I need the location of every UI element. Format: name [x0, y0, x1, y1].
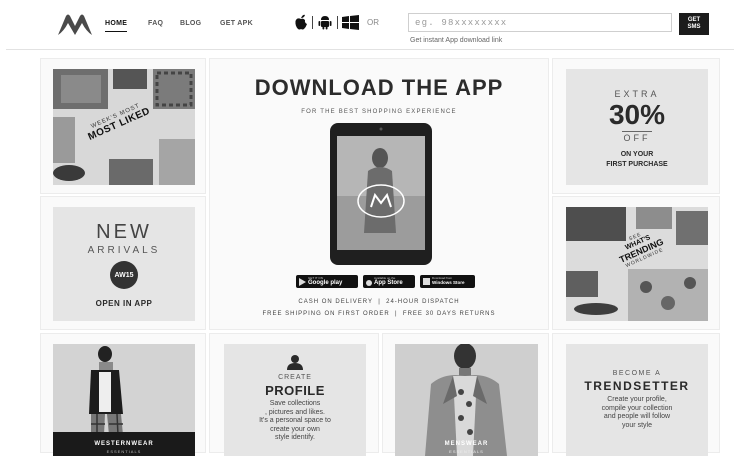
tile-westernwear[interactable]: WESTERNWEAR ESSENTIALS: [40, 333, 206, 456]
tile-trending[interactable]: SEE WHAT'S TRENDING WORLDWIDE: [552, 196, 720, 330]
menswear-subtitle: ESSENTIALS: [449, 449, 484, 454]
extra-off-card: EXTRA 30% OFF ON YOUR FIRST PURCHASE: [566, 69, 708, 185]
trendsetter-line: and people will follow: [603, 413, 671, 420]
myntra-logo[interactable]: [56, 13, 94, 37]
create-profile-card: CREATE PROFILE Save collections , pictur…: [224, 344, 366, 456]
nav-home[interactable]: HOME: [105, 20, 128, 32]
phone-mockup: [330, 123, 432, 265]
create-profile-line: , pictures and likes.: [265, 408, 325, 416]
cod-dispatch-line: CASH ON DELIVERY | 24-HOUR DISPATCH: [298, 299, 460, 305]
percent-label: 30%: [608, 99, 666, 130]
create-profile-line: Save collections: [269, 400, 321, 407]
trendsetter-title: TRENDSETTER: [584, 379, 690, 393]
on-your-label: ON YOUR: [620, 151, 654, 158]
app-store-text: Available on the App Store: [374, 277, 403, 287]
separator: [312, 15, 313, 29]
trendsetter-line: Create your profile,: [607, 396, 667, 403]
westernwear-photo: WESTERNWEAR ESSENTIALS: [53, 344, 195, 456]
sms-button-line2: SMS: [687, 24, 701, 30]
off-divider: [622, 131, 652, 132]
tile-extra-off[interactable]: EXTRA 30% OFF ON YOUR FIRST PURCHASE: [552, 58, 720, 194]
become-a-kicker: BECOME A: [612, 370, 662, 377]
trendsetter-card: BECOME A TRENDSETTER Create your profile…: [566, 344, 708, 456]
new-arrivals-subtitle: ARRIVALS: [87, 245, 161, 256]
trendsetter-line: your style: [622, 421, 652, 429]
user-icon: [287, 355, 303, 370]
windows-store-badge[interactable]: Download from Windows Store: [420, 275, 475, 288]
tile-menswear[interactable]: MENSWEAR ESSENTIALS: [382, 333, 549, 456]
app-store-big: App Store: [374, 280, 403, 286]
menswear-photo: MENSWEAR ESSENTIALS: [395, 344, 538, 456]
apple-icon[interactable]: [294, 14, 308, 30]
tile-trendsetter[interactable]: BECOME A TRENDSETTER Create your profile…: [552, 333, 720, 456]
instant-download-link[interactable]: Get instant App download link: [410, 37, 502, 44]
open-in-app-label[interactable]: OPEN IN APP: [53, 299, 195, 308]
header-divider: [6, 49, 734, 50]
trendsetter-line: compile your collection: [601, 404, 673, 412]
new-arrivals-title: NEW: [96, 221, 152, 243]
create-profile-line: create your own: [270, 425, 320, 433]
download-subtitle: FOR THE BEST SHOPPING EXPERIENCE: [301, 109, 457, 115]
separator: [337, 15, 338, 29]
tile-create-profile[interactable]: CREATE PROFILE Save collections , pictur…: [209, 333, 379, 456]
westernwear-subtitle: ESSENTIALS: [106, 449, 142, 454]
tile-download-app: DOWNLOAD THE APP FOR THE BEST SHOPPING E…: [209, 58, 549, 330]
windows-icon[interactable]: [342, 14, 359, 30]
profile-title: PROFILE: [265, 383, 325, 398]
download-title: DOWNLOAD THE APP: [254, 75, 504, 100]
phone-number-input[interactable]: [408, 13, 672, 32]
google-play-text: GET IT ON Google play: [308, 277, 343, 287]
android-icon[interactable]: [317, 14, 333, 30]
trendsetter-body: Create your profile, compile your collec…: [566, 396, 708, 430]
tile-new-arrivals[interactable]: NEW ARRIVALS AW15 OPEN IN APP: [40, 196, 206, 330]
google-play-big: Google play: [308, 280, 343, 286]
create-profile-line: style identify.: [275, 434, 315, 441]
nav-faq[interactable]: FAQ: [148, 20, 163, 27]
apple-small-icon: [366, 279, 372, 286]
platform-icons: OR: [294, 13, 379, 31]
sms-button-line1: GET: [687, 17, 701, 23]
google-play-badge[interactable]: GET IT ON Google play: [296, 275, 358, 288]
windows-store-big: Windows Store: [432, 280, 465, 285]
get-sms-button[interactable]: GET SMS: [679, 13, 709, 35]
app-store-badge[interactable]: Available on the App Store: [363, 275, 415, 288]
windows-small-icon: [423, 278, 430, 285]
extra-label: EXTRA: [614, 89, 660, 99]
nav-get-apk[interactable]: GET APK: [220, 20, 253, 27]
windows-store-text: Download from Windows Store: [432, 277, 464, 286]
create-profile-line: It's a personal space to: [259, 417, 331, 424]
google-play-icon: [299, 277, 306, 286]
top-header: HOME FAQ BLOG GET APK OR GET SMS Get ins…: [0, 0, 740, 50]
westernwear-title: WESTERNWEAR: [94, 441, 154, 447]
most-liked-collage: WEEK'S MOST MOST LIKED: [53, 69, 195, 185]
trending-collage: SEE WHAT'S TRENDING WORLDWIDE: [566, 207, 708, 321]
off-label: OFF: [623, 133, 651, 143]
create-kicker: CREATE: [278, 374, 312, 381]
shipping-returns-line: FREE SHIPPING ON FIRST ORDER | FREE 30 D…: [262, 311, 496, 317]
aw15-badge: AW15: [110, 261, 138, 289]
nav-blog[interactable]: BLOG: [180, 20, 201, 27]
tile-most-liked[interactable]: WEEK'S MOST MOST LIKED: [40, 58, 206, 194]
create-profile-body: Save collections , pictures and likes. I…: [224, 400, 366, 443]
first-purchase-label: FIRST PURCHASE: [606, 161, 668, 168]
or-label: OR: [367, 17, 379, 27]
new-arrivals-card: NEW ARRIVALS AW15 OPEN IN APP: [53, 207, 195, 321]
menswear-title: MENSWEAR: [444, 441, 489, 447]
